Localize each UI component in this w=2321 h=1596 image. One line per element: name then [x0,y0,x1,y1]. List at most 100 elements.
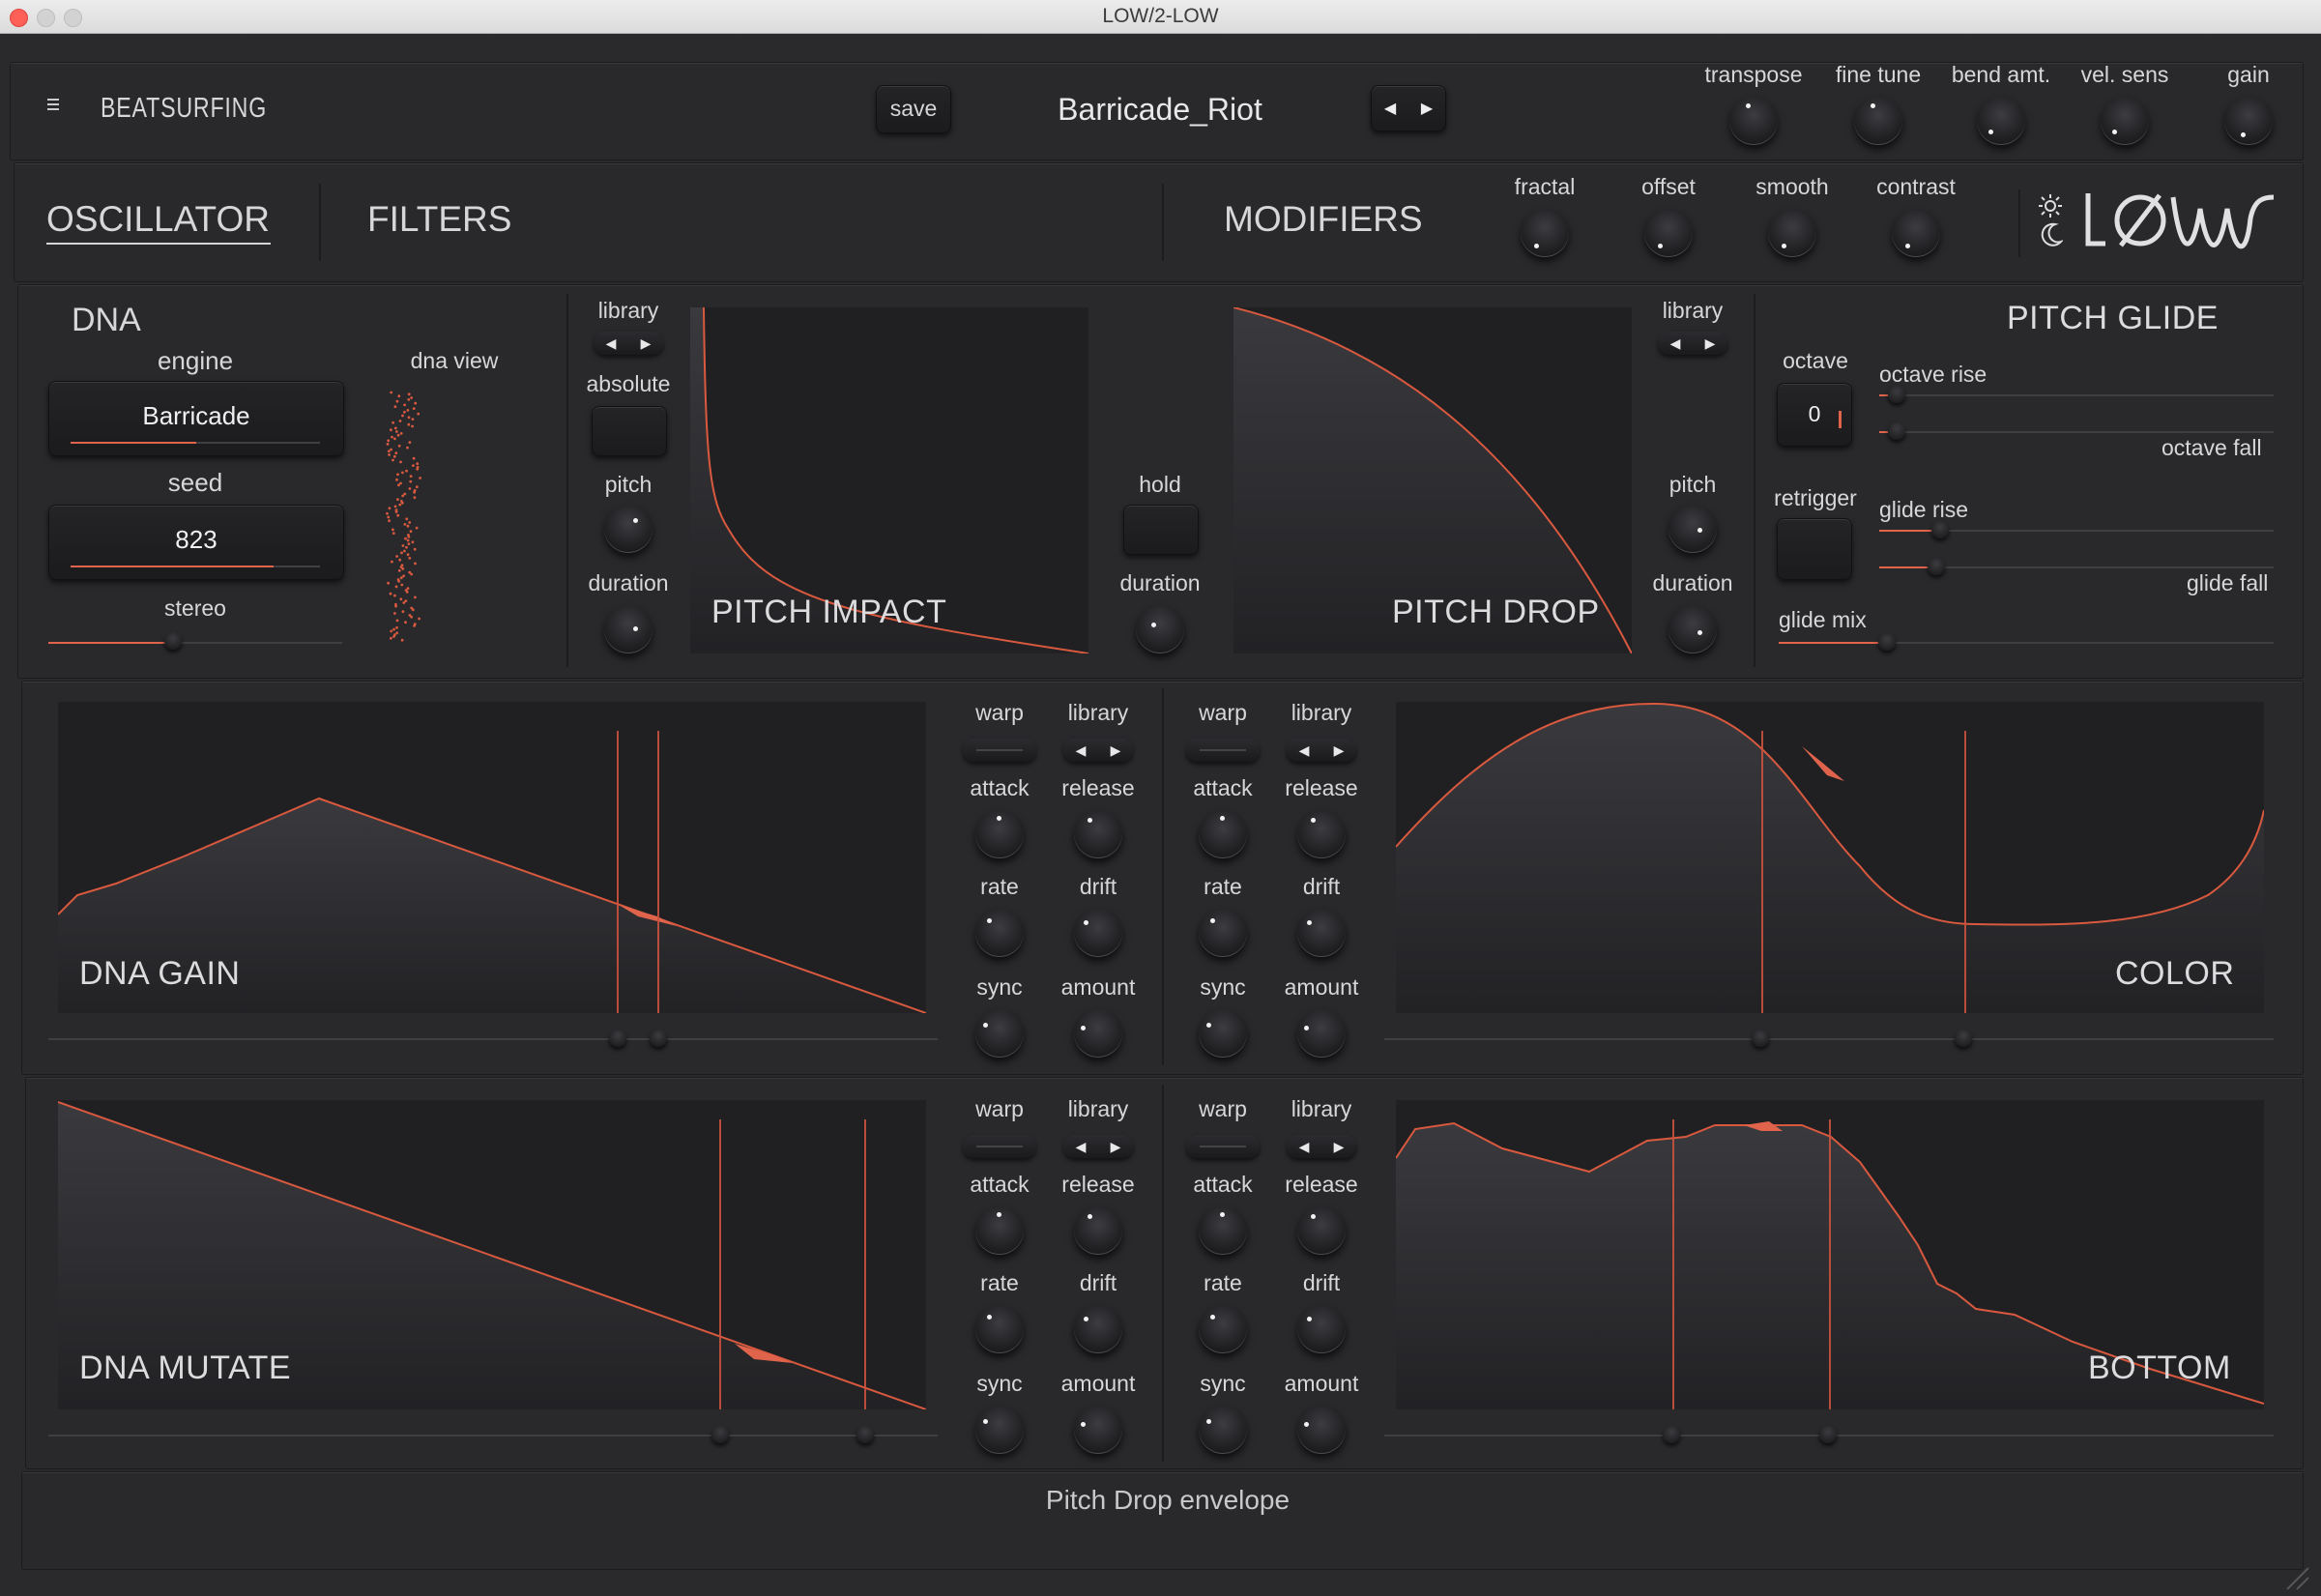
header-knob-bend-amt[interactable] [1977,97,2025,145]
pitch-impact-envelope[interactable]: PITCH IMPACT [690,307,1088,653]
dna-gain-end-handle[interactable] [650,1030,667,1047]
octave-field[interactable]: 0 [1777,383,1852,447]
bottom-end-handle[interactable] [1819,1426,1837,1443]
absolute-toggle[interactable] [592,406,667,456]
amount-knob-r2c1[interactable] [1074,1406,1122,1454]
release-knob-r1c1[interactable] [1074,810,1122,858]
library-next-icon[interactable]: ▶ [641,335,652,352]
glide-rise-handle[interactable] [1931,521,1949,538]
sync-knob-r1c2[interactable] [1199,1009,1247,1058]
color-end-handle[interactable] [1955,1030,1972,1047]
preset-nav-buttons[interactable]: ◀ ▶ [1371,85,1446,131]
dna-gain-range-slider[interactable] [48,1038,938,1040]
attack-knob-r2c1[interactable] [975,1206,1024,1255]
attack-knob-r1c1[interactable] [975,810,1024,858]
moon-icon[interactable] [2040,222,2065,247]
pitch-impact-library-arrows[interactable]: ◀ ▶ [594,332,663,355]
resize-grip-icon[interactable] [2281,1566,2310,1591]
warp-toggle-r1c2[interactable] [1186,739,1260,762]
sun-icon[interactable] [2038,193,2063,218]
hold-duration-knob[interactable] [1136,605,1184,653]
drift-knob-r1c1[interactable] [1074,909,1122,957]
tab-oscillator[interactable]: OSCILLATOR [46,199,270,240]
warp-toggle-r2c1[interactable] [963,1135,1036,1158]
color-envelope[interactable]: COLOR [1396,702,2264,1013]
dna-gain-envelope[interactable]: DNA GAIN [58,702,926,1013]
tab-modifiers[interactable]: MODIFIERS [1224,199,1423,240]
sync-knob-r2c2[interactable] [1199,1406,1247,1454]
tab-filters[interactable]: FILTERS [367,199,511,240]
library-arrows-r1c2[interactable]: ◀ ▶ [1287,739,1356,762]
glide-fall-handle[interactable] [1928,558,1945,575]
octave-fall-slider[interactable] [1879,431,2274,433]
color-range-slider[interactable] [1384,1038,2274,1040]
library-next-icon[interactable]: ▶ [1111,742,1121,759]
library-prev-icon[interactable]: ◀ [1076,1139,1087,1155]
header-knob-gain[interactable] [2224,97,2273,145]
pitch-drop-duration-knob[interactable] [1668,605,1717,653]
amount-knob-r1c2[interactable] [1297,1009,1346,1058]
header-knob-transpose[interactable] [1729,97,1778,145]
header-knob-vel-sens[interactable] [2101,97,2149,145]
dna-mutate-end-handle[interactable] [856,1426,874,1443]
dna-mutate-range-slider[interactable] [48,1435,938,1436]
drift-knob-r2c2[interactable] [1297,1305,1346,1353]
bottom-envelope[interactable]: BOTTOM [1396,1100,2264,1409]
rate-knob-r2c2[interactable] [1199,1305,1247,1353]
drift-knob-r1c2[interactable] [1297,909,1346,957]
stereo-slider[interactable] [48,642,342,644]
library-prev-icon[interactable]: ◀ [1076,742,1087,759]
save-button[interactable]: save [876,85,951,133]
glide-mix-slider[interactable] [1779,642,2274,644]
modifier-knob-offset[interactable] [1644,209,1693,257]
sync-knob-r1c1[interactable] [975,1009,1024,1058]
engine-selector[interactable]: Barricade [48,381,344,456]
library-next-icon[interactable]: ▶ [1334,1139,1345,1155]
dna-mutate-envelope[interactable]: DNA MUTATE [58,1100,926,1409]
library-arrows-r1c1[interactable]: ◀ ▶ [1063,739,1133,762]
color-start-handle[interactable] [1752,1030,1769,1047]
seed-field[interactable]: 823 [48,505,344,580]
amount-knob-r2c2[interactable] [1297,1406,1346,1454]
hold-toggle[interactable] [1123,505,1199,555]
release-knob-r2c2[interactable] [1297,1206,1346,1255]
dna-gain-start-handle[interactable] [609,1030,626,1047]
library-prev-icon[interactable]: ◀ [1299,742,1310,759]
attack-knob-r2c2[interactable] [1199,1206,1247,1255]
bottom-start-handle[interactable] [1663,1426,1680,1443]
sync-knob-r2c1[interactable] [975,1406,1024,1454]
library-prev-icon[interactable]: ◀ [1299,1139,1310,1155]
pitch-drop-envelope[interactable]: PITCH DROP [1233,307,1632,653]
pitch-impact-pitch-knob[interactable] [604,505,653,553]
library-prev-icon[interactable]: ◀ [1670,335,1681,352]
modifier-knob-fractal[interactable] [1521,209,1569,257]
modifier-knob-contrast[interactable] [1892,209,1940,257]
next-preset-icon[interactable]: ▶ [1421,99,1433,118]
dna-mutate-start-handle[interactable] [711,1426,729,1443]
octave-rise-slider[interactable] [1879,394,2274,396]
warp-toggle-r2c2[interactable] [1186,1135,1260,1158]
pitch-drop-pitch-knob[interactable] [1668,505,1717,553]
rate-knob-r1c2[interactable] [1199,909,1247,957]
prev-preset-icon[interactable]: ◀ [1384,99,1396,118]
pitch-drop-library-arrows[interactable]: ◀ ▶ [1658,332,1727,355]
library-arrows-r2c1[interactable]: ◀ ▶ [1063,1135,1133,1158]
header-knob-fine-tune[interactable] [1854,97,1902,145]
release-knob-r1c2[interactable] [1297,810,1346,858]
amount-knob-r1c1[interactable] [1074,1009,1122,1058]
modifier-knob-smooth[interactable] [1768,209,1816,257]
library-prev-icon[interactable]: ◀ [606,335,617,352]
warp-toggle-r1c1[interactable] [963,739,1036,762]
drift-knob-r2c1[interactable] [1074,1305,1122,1353]
release-knob-r2c1[interactable] [1074,1206,1122,1255]
library-arrows-r2c2[interactable]: ◀ ▶ [1287,1135,1356,1158]
octave-rise-handle[interactable] [1888,386,1905,403]
library-next-icon[interactable]: ▶ [1111,1139,1121,1155]
glide-mix-handle[interactable] [1878,633,1896,651]
preset-name[interactable]: Barricade_Riot [1058,92,1262,128]
rate-knob-r2c1[interactable] [975,1305,1024,1353]
menu-icon[interactable] [44,95,64,114]
library-next-icon[interactable]: ▶ [1334,742,1345,759]
stereo-slider-handle[interactable] [164,632,182,650]
rate-knob-r1c1[interactable] [975,909,1024,957]
